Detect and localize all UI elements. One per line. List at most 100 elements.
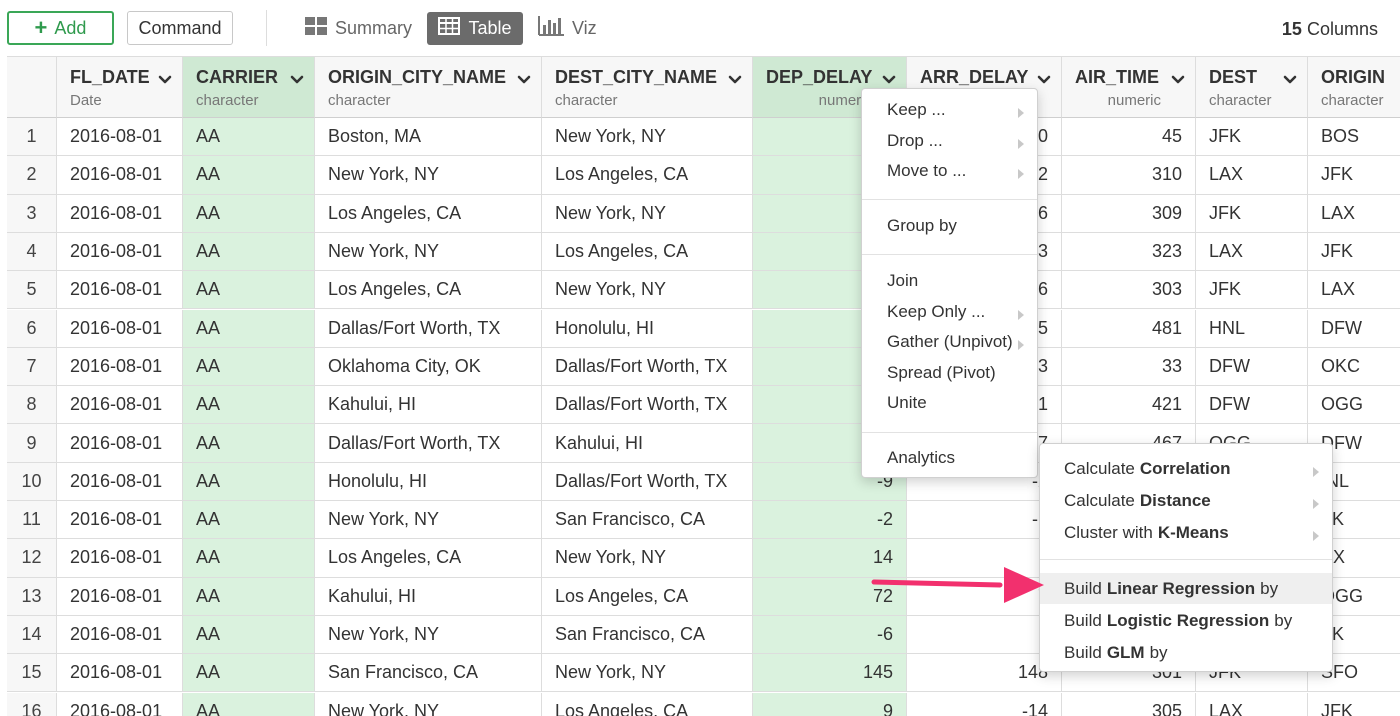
table-cell: Boston, MA: [315, 118, 542, 157]
tab-viz[interactable]: Viz: [538, 12, 597, 45]
menu-item[interactable]: Spread (Pivot): [862, 359, 1037, 387]
tab-summary-label: Summary: [335, 18, 413, 38]
menu-item-prefix: Calculate: [1064, 458, 1135, 478]
table-cell: Kahului, HI: [542, 424, 753, 463]
table-cell: LAX: [1308, 195, 1400, 233]
table-cell: LAX: [1196, 156, 1308, 195]
menu-item[interactable]: Gather (Unpivot): [862, 328, 1037, 356]
row-number: 9: [7, 424, 57, 463]
row-number: 15: [7, 654, 57, 693]
chevron-down-icon[interactable]: [517, 72, 531, 84]
menu-item-keyword: Logistic Regression: [1106, 610, 1270, 630]
menu-item-prefix: Calculate: [1064, 490, 1135, 510]
menu-item-label: Keep ...: [887, 100, 946, 119]
table-cell: 2016-08-01: [57, 347, 183, 387]
table-cell: Los Angeles, CA: [315, 194, 542, 233]
menu-item-suffix: by: [1260, 578, 1279, 598]
column-name: FL_DATE: [70, 67, 150, 87]
chevron-down-icon[interactable]: [290, 72, 304, 84]
menu-item[interactable]: Analytics: [862, 444, 1037, 472]
analytics-menu-item[interactable]: Cluster with K-Means: [1040, 517, 1332, 548]
table-cell: AA: [183, 309, 315, 348]
column-header[interactable]: FL_DATE Date: [57, 56, 183, 118]
table-cell: -2: [753, 501, 907, 540]
menu-item[interactable]: Drop ...: [862, 127, 1037, 155]
table-cell: 421: [1062, 386, 1196, 425]
table-cell: 2016-08-01: [57, 118, 183, 157]
summary-icon: [305, 17, 327, 40]
column-header[interactable]: DEST character: [1196, 56, 1308, 118]
column-type: character: [555, 92, 618, 109]
table-cell: AA: [183, 692, 315, 716]
menu-item-label: Analytics: [887, 448, 956, 467]
table-cell: 323: [1062, 232, 1196, 272]
analytics-menu-item[interactable]: Build GLM by: [1040, 637, 1332, 668]
table-cell: 2016-08-01: [57, 654, 183, 693]
chevron-down-icon[interactable]: [158, 72, 172, 84]
column-type: character: [196, 92, 259, 109]
tab-table[interactable]: Table: [427, 12, 523, 45]
table-cell: Dallas/Fort Worth, TX: [315, 424, 542, 463]
chevron-down-icon[interactable]: [882, 72, 896, 84]
menu-item[interactable]: Keep Only ...: [862, 298, 1037, 326]
column-header[interactable]: ORIGIN_CITY_NAME character: [315, 56, 542, 118]
row-number: 8: [7, 386, 57, 425]
column-type: character: [1209, 92, 1272, 109]
table-cell: AA: [183, 424, 315, 463]
chart-icon: [538, 16, 564, 41]
menu-item-keyword: K-Means: [1157, 522, 1229, 542]
table-cell: Dallas/Fort Worth, TX: [315, 309, 542, 348]
table-cell: JFK: [1308, 156, 1400, 195]
menu-item-prefix: Build: [1064, 578, 1102, 598]
table-cell: 2016-08-01: [57, 692, 183, 716]
submenu-arrow-icon: [1017, 104, 1025, 118]
row-number: 12: [7, 539, 57, 578]
table-cell: 9: [753, 692, 907, 716]
chevron-down-icon[interactable]: [1037, 72, 1051, 84]
column-context-menu: Keep ... Drop ... Move to ... Group by Join K…: [861, 88, 1038, 478]
column-header[interactable]: AIR_TIME numeric: [1062, 56, 1196, 118]
table-cell: AA: [183, 194, 315, 233]
table-cell: AA: [183, 615, 315, 655]
menu-item-label: Group by: [887, 216, 957, 235]
menu-item[interactable]: Unite: [862, 389, 1037, 417]
analytics-menu-item[interactable]: Build Logistic Regression by: [1040, 605, 1332, 636]
analytics-menu-item[interactable]: Build Linear Regression by: [1040, 573, 1332, 604]
table-cell: Los Angeles, CA: [542, 692, 753, 716]
chevron-down-icon[interactable]: [1171, 72, 1185, 84]
tab-summary[interactable]: Summary: [305, 12, 412, 45]
table-cell: Los Angeles, CA: [542, 232, 753, 272]
column-count: 15 Columns: [1282, 19, 1378, 40]
column-name: DEST_CITY_NAME: [555, 67, 718, 87]
menu-item[interactable]: Keep ...: [862, 96, 1037, 124]
chevron-down-icon[interactable]: [728, 72, 742, 84]
row-number: 10: [7, 462, 57, 501]
analytics-menu-item[interactable]: Calculate Correlation: [1040, 453, 1332, 484]
menu-item[interactable]: Move to ...: [862, 157, 1037, 185]
table-cell: 2016-08-01: [57, 309, 183, 348]
table-cell: AA: [183, 232, 315, 272]
table-cell: -6: [753, 615, 907, 655]
chevron-down-icon[interactable]: [1283, 72, 1297, 84]
menu-item[interactable]: Group by: [862, 212, 1037, 240]
column-header[interactable]: CARRIER character: [183, 56, 315, 118]
menu-item-label: Keep Only ...: [887, 302, 986, 321]
table-cell: JFK: [1308, 233, 1400, 272]
table-cell: Kahului, HI: [315, 577, 542, 616]
table-cell: Oklahoma City, OK: [315, 347, 542, 387]
menu-item[interactable]: Join: [862, 267, 1037, 295]
pointer-arrow-icon: [871, 567, 1044, 603]
table-icon: [438, 17, 461, 40]
table-cell: Los Angeles, CA: [542, 577, 753, 616]
table-cell: 2016-08-01: [57, 501, 183, 540]
column-header[interactable]: DEST_CITY_NAME character: [542, 56, 753, 118]
row-number: 3: [7, 194, 57, 233]
menu-item-suffix: by: [1274, 610, 1293, 630]
add-button[interactable]: + Add: [7, 11, 114, 45]
table-cell: Los Angeles, CA: [542, 156, 753, 195]
table-cell: New York, NY: [315, 156, 542, 195]
command-button[interactable]: Command: [127, 11, 233, 45]
table-cell: -14: [907, 692, 1062, 716]
column-header[interactable]: ORIGIN character: [1308, 56, 1400, 118]
analytics-menu-item[interactable]: Calculate Distance: [1040, 485, 1332, 516]
